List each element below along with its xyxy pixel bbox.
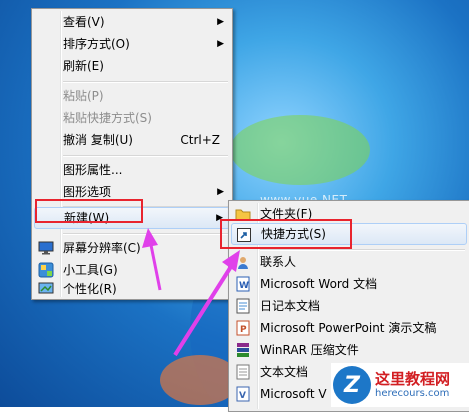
site-logo: Z 这里教程网 herecours.com — [331, 363, 469, 407]
annotation-box-new — [35, 199, 143, 223]
menu-item-journal-doc[interactable]: 日记本文档 — [231, 295, 467, 317]
menu-item-label: 排序方式(O) — [63, 37, 130, 51]
menu-item-label: 刷新(E) — [63, 59, 104, 73]
menu-item-label: 图形选项 — [63, 185, 112, 199]
menu-item-paste: 粘贴(P) — [34, 85, 230, 107]
logo-emblem-icon: Z — [333, 366, 371, 404]
menu-item-label: Microsoft V — [260, 387, 327, 401]
shortcut-label: Ctrl+Z — [180, 133, 220, 147]
logo-url: herecours.com — [375, 388, 450, 399]
menu-item-undo-copy[interactable]: 撤消 复制(U) Ctrl+Z — [34, 129, 230, 151]
annotation-box-shortcut — [220, 219, 352, 249]
menu-item-label: 粘贴快捷方式(S) — [63, 111, 152, 125]
menu-item-label: 日记本文档 — [260, 299, 321, 313]
menu-item-contact[interactable]: 联系人 — [231, 251, 467, 273]
menu-item-refresh[interactable]: 刷新(E) — [34, 55, 230, 77]
menu-item-view[interactable]: 查看(V) ▶ — [34, 11, 230, 33]
text-doc-icon — [235, 364, 251, 380]
menu-item-label: 屏幕分辨率(C) — [63, 241, 141, 255]
monitor-icon — [38, 240, 54, 256]
menu-item-label: 文本文档 — [260, 365, 309, 379]
menu-item-label: 联系人 — [260, 255, 297, 269]
menu-item-paste-shortcut: 粘贴快捷方式(S) — [34, 107, 230, 129]
menu-item-screen-resolution[interactable]: 屏幕分辨率(C) — [34, 237, 230, 259]
submenu-arrow-icon: ▶ — [217, 187, 224, 197]
svg-text:W: W — [239, 281, 249, 291]
menu-item-powerpoint[interactable]: P Microsoft PowerPoint 演示文稿 — [231, 317, 467, 339]
menu-separator — [63, 155, 228, 157]
menu-item-label: 粘贴(P) — [63, 89, 104, 103]
menu-item-label: 图形属性... — [63, 163, 123, 177]
contact-icon — [235, 254, 251, 270]
menu-item-label: 查看(V) — [63, 15, 105, 29]
svg-text:V: V — [239, 391, 246, 401]
menu-separator — [63, 81, 228, 83]
menu-item-winrar[interactable]: WinRAR 压缩文件 — [231, 339, 467, 361]
submenu-arrow-icon: ▶ — [217, 39, 224, 49]
visio-icon: V — [235, 386, 251, 402]
journal-icon — [235, 298, 251, 314]
powerpoint-icon: P — [235, 320, 251, 336]
menu-item-label: Microsoft PowerPoint 演示文稿 — [260, 321, 437, 335]
menu-item-label: Microsoft Word 文档 — [260, 277, 378, 291]
menu-item-sort-by[interactable]: 排序方式(O) ▶ — [34, 33, 230, 55]
menu-item-personalize[interactable]: 个性化(R) — [34, 281, 230, 297]
menu-item-graphics-properties[interactable]: 图形属性... — [34, 159, 230, 181]
desktop-context-menu: 查看(V) ▶ 排序方式(O) ▶ 刷新(E) 粘贴(P) 粘贴快捷方式(S) … — [31, 8, 233, 300]
word-icon: W — [235, 276, 251, 292]
menu-item-label: WinRAR 压缩文件 — [260, 343, 359, 357]
submenu-arrow-icon: ▶ — [217, 17, 224, 27]
winrar-icon — [235, 342, 251, 358]
menu-item-label: 撤消 复制(U) — [63, 133, 133, 147]
menu-separator — [63, 233, 228, 235]
svg-text:P: P — [240, 325, 247, 335]
menu-item-label: 个性化(R) — [63, 282, 117, 296]
logo-title: 这里教程网 — [375, 370, 451, 388]
menu-item-gadgets[interactable]: 小工具(G) — [34, 259, 230, 281]
menu-item-label: 小工具(G) — [63, 263, 118, 277]
menu-item-word-doc[interactable]: W Microsoft Word 文档 — [231, 273, 467, 295]
gadgets-icon — [38, 262, 54, 278]
personalize-icon — [38, 281, 54, 297]
